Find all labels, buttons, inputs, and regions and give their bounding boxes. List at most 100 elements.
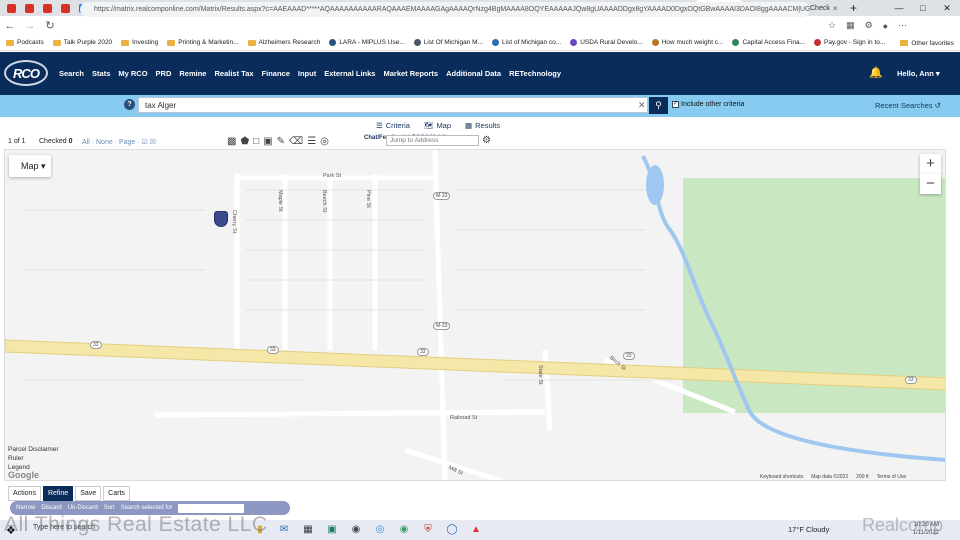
hp-icon[interactable]: ◯ xyxy=(445,522,459,536)
menu-item-external-links[interactable]: External Links xyxy=(324,69,375,78)
map-canvas[interactable]: Park St Cherry St Maple St Beech St Pine St R… xyxy=(4,149,946,481)
reload-icon[interactable]: ↻ xyxy=(40,19,60,32)
polygon-icon[interactable]: ⬟ xyxy=(240,136,249,147)
browser-tab[interactable] xyxy=(22,0,40,16)
undiscard-button[interactable]: Un-Discard xyxy=(68,505,98,511)
user-menu[interactable]: Hello, Ann ▾ xyxy=(897,69,940,78)
narrow-button[interactable]: Narrow xyxy=(16,505,35,511)
jump-to-address-select[interactable]: Jump to Address xyxy=(386,135,479,146)
refine-button[interactable]: Refine xyxy=(42,486,74,501)
recent-searches[interactable]: Recent Searches ↺ xyxy=(875,101,941,110)
forward-icon[interactable]: → xyxy=(20,20,40,32)
back-icon[interactable]: ← xyxy=(0,20,20,32)
close-window-icon[interactable]: ✕ xyxy=(936,0,958,16)
menu-item-my-rco[interactable]: My RCO xyxy=(118,69,147,78)
menu-item-market-reports[interactable]: Market Reports xyxy=(383,69,438,78)
uncheck-icon[interactable]: ☒ xyxy=(150,139,156,146)
bookmark-item[interactable]: Podcasts xyxy=(6,39,44,46)
acrobat-icon[interactable]: ▲ xyxy=(469,522,483,536)
chrome-icon[interactable]: ◉ xyxy=(397,522,411,536)
camera-icon[interactable]: ◉ xyxy=(349,522,363,536)
pencil-icon[interactable]: ✎ xyxy=(277,136,285,147)
help-icon[interactable]: ? xyxy=(124,99,135,110)
tab-close-icon[interactable]: × xyxy=(833,4,838,13)
publisher-icon[interactable]: ▣ xyxy=(325,522,339,536)
bookmark-item[interactable]: List of Michigan co... xyxy=(491,39,561,46)
search-selected-dropdown[interactable] xyxy=(178,503,245,513)
tab-results[interactable]: ▦ Results xyxy=(465,121,500,130)
include-other-criteria[interactable]: ✓ Include other criteria xyxy=(672,101,744,108)
maximize-icon[interactable]: □ xyxy=(912,0,934,16)
bookmark-item[interactable]: Capital Access Fina... xyxy=(732,39,805,46)
rco-logo[interactable]: RCO xyxy=(4,60,48,86)
settings-gear-icon[interactable]: ⚙ xyxy=(482,135,491,146)
bookmark-label: Capital Access Fina... xyxy=(742,39,805,46)
menu-item-input[interactable]: Input xyxy=(298,69,316,78)
terms-link[interactable]: Terms of Use xyxy=(877,474,906,480)
bookmark-item[interactable]: How much weight c... xyxy=(651,39,723,46)
bookmark-item[interactable]: Investing xyxy=(121,39,158,46)
browser-tab[interactable] xyxy=(4,0,22,16)
carts-button[interactable]: Carts xyxy=(103,486,130,501)
parcel-disclaimer-link[interactable]: Parcel Disclaimer xyxy=(8,445,59,454)
zoom-in-button[interactable]: + xyxy=(920,154,941,174)
bookmark-item[interactable]: Printing & Marketin... xyxy=(167,39,239,46)
actions-button[interactable]: Actions xyxy=(8,486,41,501)
check-icon[interactable]: ☑ xyxy=(142,139,148,146)
edge-icon[interactable]: ◎ xyxy=(373,522,387,536)
shape-icon[interactable]: ▣ xyxy=(263,136,272,147)
profile-icon[interactable]: ● xyxy=(883,21,888,31)
street-view-icon[interactable]: ▩ xyxy=(227,136,236,147)
collections-icon[interactable]: ▦ xyxy=(846,20,855,31)
keyboard-shortcuts-link[interactable]: Keyboard shortcuts xyxy=(760,474,803,480)
bookmark-item[interactable]: LARA - MIPLUS Use... xyxy=(329,39,405,46)
scale-bar[interactable]: 200 ft xyxy=(856,474,869,480)
clear-search-icon[interactable]: ✕ xyxy=(638,100,646,111)
discard-button[interactable]: Discard xyxy=(41,505,61,511)
map-type-button[interactable]: Map ▾ xyxy=(9,155,51,177)
menu-item-stats[interactable]: Stats xyxy=(92,69,110,78)
menu-item-retechnology[interactable]: RETechnology xyxy=(509,69,561,78)
extensions-icon[interactable]: ⚙ xyxy=(865,20,873,31)
menu-item-additional-data[interactable]: Additional Data xyxy=(446,69,501,78)
menu-item-search[interactable]: Search xyxy=(59,69,84,78)
layers-icon[interactable]: ☰ xyxy=(307,136,316,147)
rectangle-icon[interactable]: □ xyxy=(253,136,259,147)
include-other-checkbox[interactable]: ✓ xyxy=(672,101,679,108)
property-marker[interactable] xyxy=(214,211,228,227)
bookmark-item[interactable]: USDA Rural Develo... xyxy=(570,39,643,46)
excel-icon[interactable]: ▦ xyxy=(301,522,315,536)
road-shield: 33 xyxy=(90,341,102,349)
save-button[interactable]: Save xyxy=(75,486,102,501)
notification-bell-icon[interactable]: 🔔 xyxy=(869,66,883,79)
browser-tab[interactable] xyxy=(40,0,58,16)
search-button[interactable]: ⚲ xyxy=(649,97,668,114)
menu-item-finance[interactable]: Finance xyxy=(262,69,290,78)
tab-criteria[interactable]: ☰ Criteria xyxy=(376,121,410,130)
browser-tab[interactable] xyxy=(58,0,76,16)
eraser-icon[interactable]: ⌫ xyxy=(289,136,303,147)
menu-item-prd[interactable]: PRD xyxy=(156,69,172,78)
selection-links[interactable]: All · None · Page · ☑ ☒ xyxy=(82,138,156,146)
new-tab-button[interactable]: + xyxy=(850,1,857,15)
ruler-link[interactable]: Ruler xyxy=(8,454,59,463)
url-field[interactable]: https://matrix.realcomponline.com/Matrix… xyxy=(80,2,810,17)
bookmark-item[interactable]: Pay.gov - Sign in to... xyxy=(813,39,885,46)
tab-map[interactable]: 🗺 Map xyxy=(424,121,451,130)
more-menu-icon[interactable]: ⋯ xyxy=(898,20,907,31)
bookmark-item[interactable]: List Of Michigan M... xyxy=(413,39,483,46)
quick-search-input[interactable] xyxy=(138,97,648,113)
sort-button[interactable]: Sort xyxy=(104,505,115,511)
minimize-icon[interactable]: — xyxy=(888,0,910,16)
zoom-out-button[interactable]: − xyxy=(920,174,941,194)
weather-widget[interactable]: 17°F Cloudy xyxy=(788,525,829,534)
shield-icon[interactable]: ⛨ xyxy=(421,522,435,536)
target-icon[interactable]: ◎ xyxy=(320,136,329,147)
menu-item-remine[interactable]: Remine xyxy=(179,69,206,78)
other-favorites[interactable]: Other favorites xyxy=(900,35,954,50)
bookmark-item[interactable]: Alzheimers Research xyxy=(247,39,320,46)
bookmark-item[interactable]: Talk Purple 2020 xyxy=(52,39,112,46)
favorites-star-icon[interactable]: ☆ xyxy=(828,20,836,31)
outlook-icon[interactable]: ✉ xyxy=(277,522,291,536)
menu-item-realist-tax[interactable]: Realist Tax xyxy=(214,69,253,78)
